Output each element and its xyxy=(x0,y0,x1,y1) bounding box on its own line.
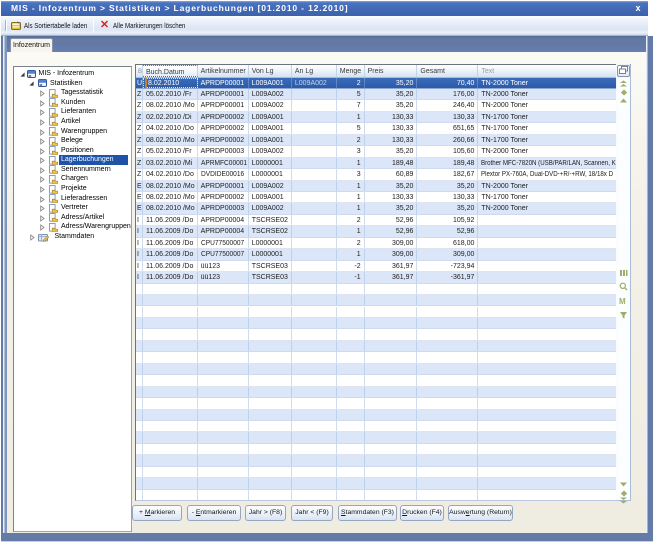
svg-text:M: M xyxy=(619,297,626,305)
